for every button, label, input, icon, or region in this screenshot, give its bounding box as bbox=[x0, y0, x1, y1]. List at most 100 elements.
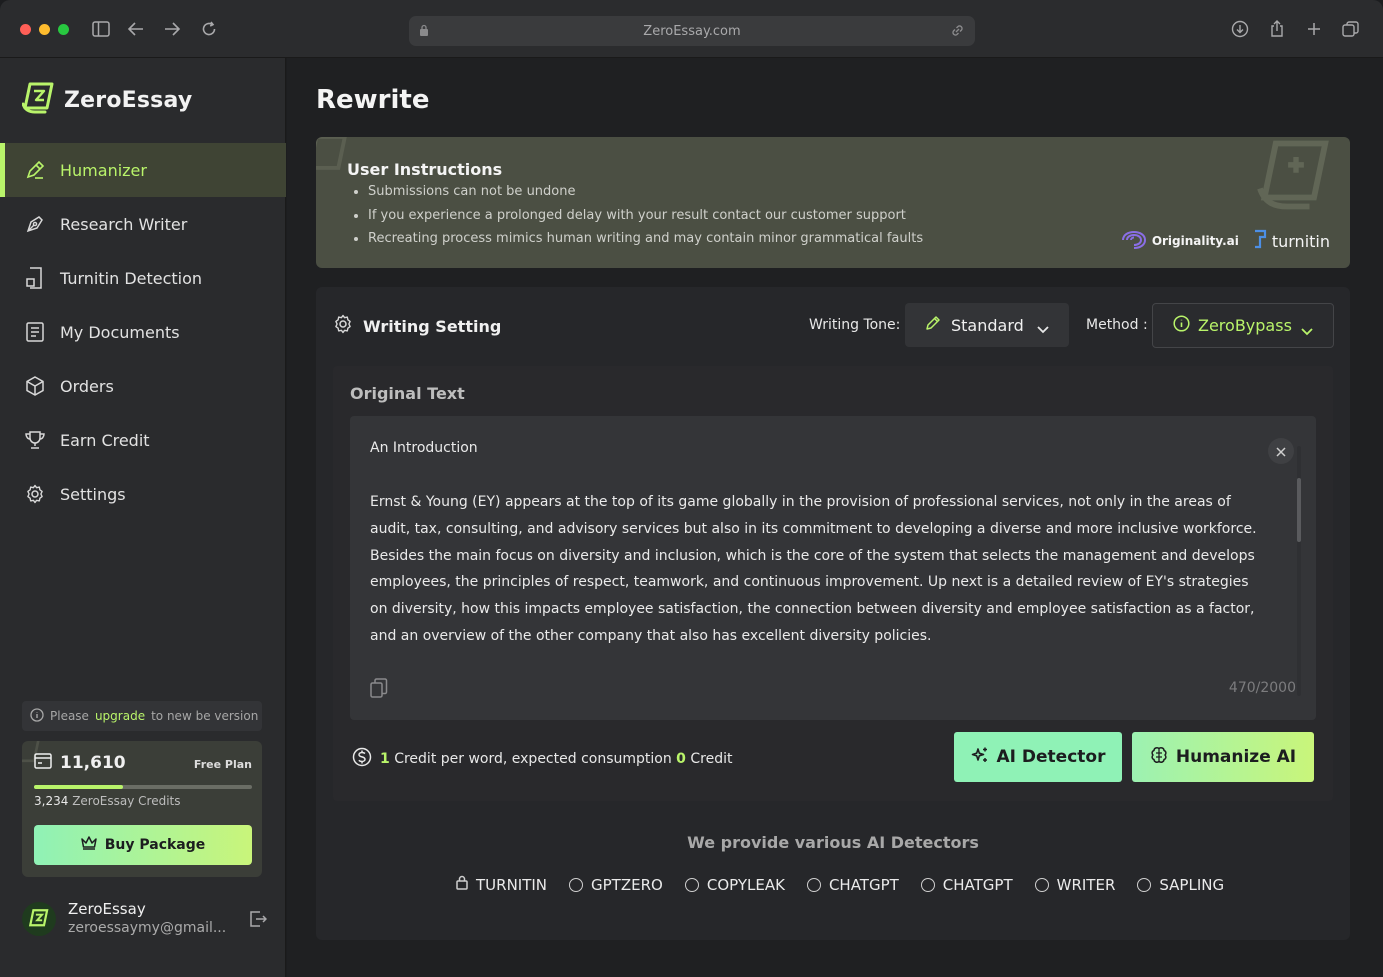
turnitin-logo: turnitin bbox=[1253, 229, 1330, 253]
chevron-down-icon bbox=[1037, 319, 1049, 338]
zeroessay-logo-icon bbox=[21, 82, 56, 118]
sidebar-item-orders[interactable]: Orders bbox=[0, 359, 286, 413]
maximize-window-button[interactable] bbox=[58, 24, 69, 35]
sidebar-item-turnitin-detection[interactable]: Turnitin Detection bbox=[0, 251, 286, 305]
credit-per-word-text: Credit per word, expected consumption bbox=[394, 751, 672, 767]
coin-icon bbox=[352, 747, 372, 771]
upgrade-prefix: Please bbox=[50, 709, 89, 723]
detector-option-turnitin[interactable]: TURNITIN bbox=[456, 875, 547, 894]
credit-subtotal: 3,234 ZeroEssay Credits bbox=[34, 794, 181, 808]
upgrade-link[interactable]: upgrade bbox=[95, 709, 145, 723]
info-icon bbox=[30, 707, 44, 725]
radio-button[interactable] bbox=[1034, 877, 1049, 892]
buy-package-button[interactable]: Buy Package bbox=[34, 825, 252, 865]
detector-label: SAPLING bbox=[1159, 875, 1225, 894]
writing-tone-dropdown[interactable]: Standard bbox=[905, 303, 1069, 347]
upgrade-notice: Please upgrade to new be version bbox=[22, 701, 262, 731]
logo-watermark-icon bbox=[1252, 139, 1340, 215]
radio-button[interactable] bbox=[806, 877, 821, 892]
detector-label: GPTZERO bbox=[591, 875, 663, 894]
main-content: Rewrite User Instructions Submissions ca… bbox=[287, 58, 1383, 977]
partner-logos: Originality.ai turnitin bbox=[1121, 229, 1330, 253]
copy-icon[interactable] bbox=[370, 678, 388, 702]
detector-option-writer[interactable]: WRITER bbox=[1034, 875, 1116, 894]
url-text: ZeroEssay.com bbox=[643, 23, 741, 39]
credit-subtotal-label: ZeroEssay Credits bbox=[72, 794, 181, 808]
radio-button[interactable] bbox=[684, 877, 699, 892]
info-icon bbox=[1173, 315, 1190, 336]
detector-option-sapling[interactable]: SAPLING bbox=[1137, 875, 1224, 894]
detector-option-chatgpt-2[interactable]: CHATGPT bbox=[920, 875, 1013, 894]
download-icon[interactable] bbox=[1229, 18, 1251, 40]
forward-arrow-icon[interactable] bbox=[161, 18, 183, 40]
detector-option-chatgpt[interactable]: CHATGPT bbox=[806, 875, 899, 894]
user-profile[interactable]: ZeroEssay zeroessaymy@gmail... bbox=[22, 896, 268, 944]
pencil-icon bbox=[925, 315, 941, 335]
address-bar[interactable]: ZeroEssay.com bbox=[409, 16, 975, 46]
writing-tone-label: Writing Tone: bbox=[809, 317, 901, 333]
tabs-overview-icon[interactable] bbox=[1339, 18, 1361, 40]
originality-logo-text: Originality.ai bbox=[1151, 234, 1239, 248]
original-text-input[interactable]: An Introduction Ernst & Young (EY) appea… bbox=[350, 416, 1316, 720]
ai-detector-button[interactable]: AI Detector bbox=[954, 732, 1122, 782]
turnitin-mark-icon bbox=[1253, 229, 1267, 253]
user-email: zeroessaymy@gmail... bbox=[68, 920, 227, 936]
sidebar-toggle-icon[interactable] bbox=[90, 18, 112, 40]
minimize-window-button[interactable] bbox=[39, 24, 50, 35]
sidebar-item-settings[interactable]: Settings bbox=[0, 467, 286, 521]
ai-detector-label: AI Detector bbox=[996, 747, 1106, 767]
back-arrow-icon[interactable] bbox=[125, 18, 147, 40]
originality-brain-icon bbox=[1121, 230, 1147, 253]
user-name: ZeroEssay bbox=[68, 900, 146, 918]
detector-option-gptzero[interactable]: GPTZERO bbox=[569, 875, 663, 894]
trophy-icon bbox=[24, 429, 46, 451]
humanize-ai-label: Humanize AI bbox=[1175, 747, 1297, 767]
credit-progress-fill bbox=[34, 785, 124, 789]
clear-text-button[interactable] bbox=[1268, 438, 1294, 464]
sidebar-item-research-writer[interactable]: Research Writer bbox=[0, 197, 286, 251]
detector-label: CHATGPT bbox=[942, 875, 1013, 894]
browser-toolbar: ZeroEssay.com bbox=[0, 0, 1383, 58]
sidebar-item-humanizer[interactable]: Humanizer bbox=[0, 143, 286, 197]
close-icon bbox=[1276, 442, 1286, 461]
detector-options: TURNITIN GPTZERO COPYLEAK CHATGPT CHATGP… bbox=[456, 875, 1224, 894]
expected-consumption-value: 0 bbox=[676, 751, 686, 767]
detectors-title: We provide various AI Detectors bbox=[687, 833, 979, 852]
window-controls bbox=[20, 24, 69, 35]
writing-setting-title: Writing Setting bbox=[363, 316, 502, 336]
brand-logo[interactable]: ZeroEssay bbox=[21, 82, 192, 118]
turnitin-logo-text: turnitin bbox=[1271, 231, 1330, 251]
sidebar-item-label: Research Writer bbox=[60, 214, 188, 234]
detector-option-copyleak[interactable]: COPYLEAK bbox=[684, 875, 785, 894]
share-icon[interactable] bbox=[1266, 18, 1288, 40]
radio-button[interactable] bbox=[920, 877, 935, 892]
method-dropdown[interactable]: ZeroBypass bbox=[1152, 303, 1334, 348]
sparkle-icon bbox=[971, 746, 989, 769]
link-icon[interactable] bbox=[950, 23, 965, 42]
detector-label: WRITER bbox=[1056, 875, 1116, 894]
radio-button[interactable] bbox=[1137, 877, 1152, 892]
originality-logo: Originality.ai bbox=[1121, 230, 1239, 253]
scrollbar-thumb[interactable] bbox=[1297, 478, 1301, 542]
close-window-button[interactable] bbox=[20, 24, 31, 35]
credit-balance: 11,610 bbox=[34, 753, 126, 773]
box-icon bbox=[24, 375, 46, 397]
page-title: Rewrite bbox=[316, 85, 430, 115]
instructions-list: Submissions can not be undone If you exp… bbox=[368, 184, 923, 255]
sidebar-item-my-documents[interactable]: My Documents bbox=[0, 305, 286, 359]
logo-watermark-icon bbox=[316, 137, 350, 181]
new-tab-plus-icon[interactable] bbox=[1303, 18, 1325, 40]
reload-icon[interactable] bbox=[198, 18, 220, 40]
document-scan-icon bbox=[24, 267, 46, 289]
sidebar-item-earn-credit[interactable]: Earn Credit bbox=[0, 413, 286, 467]
radio-button[interactable] bbox=[569, 877, 584, 892]
method-label: Method : bbox=[1086, 317, 1148, 333]
humanize-ai-button[interactable]: Humanize AI bbox=[1132, 732, 1314, 782]
plan-badge: Free Plan bbox=[193, 758, 252, 771]
document-list-icon bbox=[24, 321, 46, 343]
brain-icon bbox=[1150, 746, 1168, 769]
logout-icon[interactable] bbox=[249, 910, 268, 932]
pen-nib-icon bbox=[24, 213, 46, 235]
upgrade-suffix: to new be version bbox=[151, 709, 259, 723]
sidebar-item-label: Humanizer bbox=[60, 160, 147, 180]
